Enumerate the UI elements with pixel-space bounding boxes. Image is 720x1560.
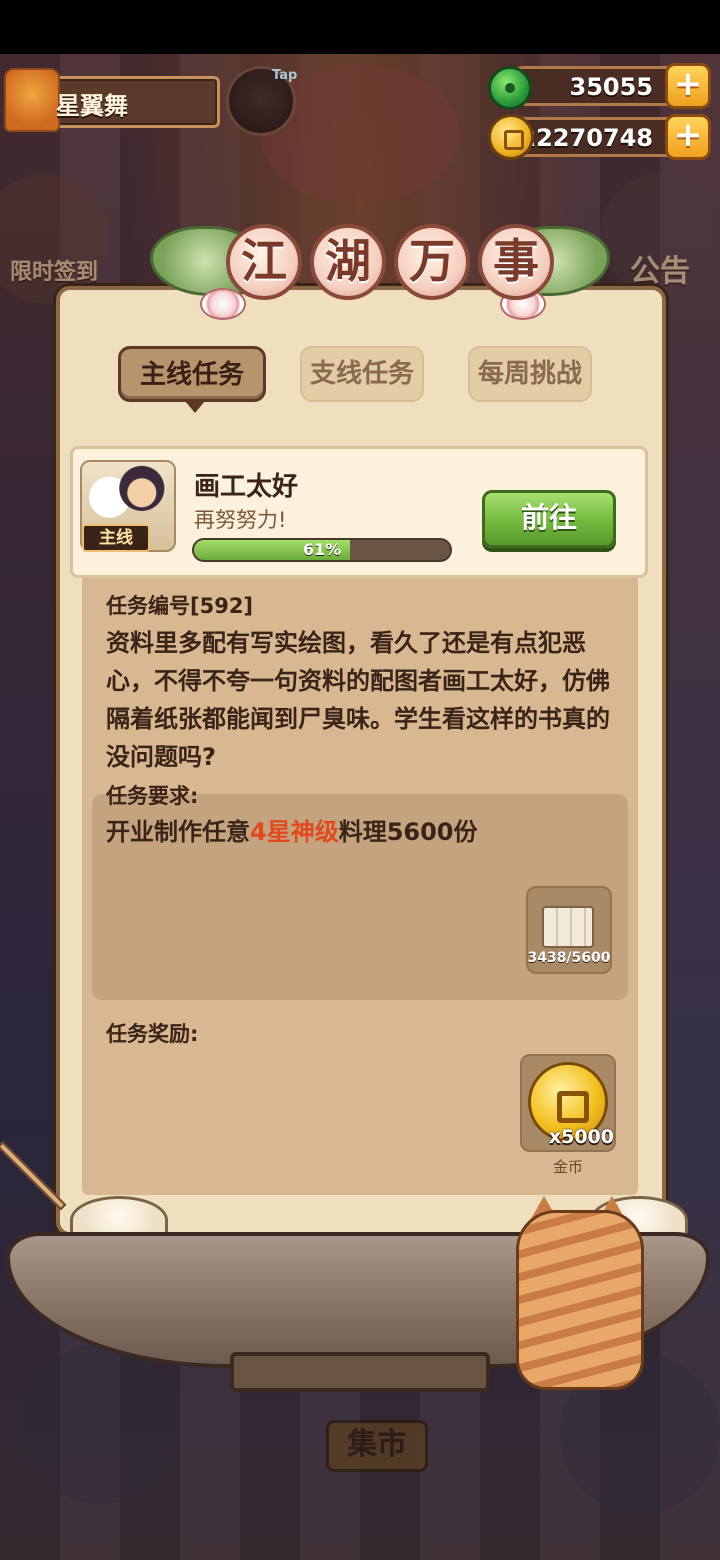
banner-title-char: 事 [478,224,554,300]
banner-title-char: 万 [394,224,470,300]
cat-mascot [516,1210,644,1390]
fish-cake-icon [200,288,246,320]
shop-decoration [20,1344,180,1504]
requirement-label: 任务要求: [106,784,199,808]
mission-title: 画工太好 [194,472,299,502]
go-button[interactable]: 前往 [482,490,616,548]
banner-title-char: 江 [226,224,302,300]
jade-value: 35055 [569,73,654,101]
player-name: 星翼舞 [56,92,128,120]
mission-progress-bar: 61% [192,538,452,562]
status-bar [0,0,720,54]
requirement-count: 3438/5600 [527,950,611,966]
coin-icon [488,114,534,160]
tab-side-quest[interactable]: 支线任务 [300,346,424,402]
requirement-highlight: 4星神级 [250,818,339,846]
mission-number: 任务编号[592] [106,594,254,618]
reward-name: 金币 [552,1158,583,1176]
requirement-prefix: 开业制作任意 [106,818,250,846]
reward-label: 任务奖励: [106,1022,199,1046]
add-jade-button[interactable]: + [665,63,711,109]
tap-label: Tap [272,68,298,83]
banner-title-char: 湖 [310,224,386,300]
add-coin-button[interactable]: + [665,114,711,160]
bowl-base [230,1352,490,1392]
market-button[interactable]: 集市 [326,1420,428,1472]
notice-label[interactable]: 公告 [630,246,690,290]
tab-weekly-challenge[interactable]: 每周挑战 [468,346,592,402]
coin-value: 22270748 [519,124,653,152]
tab-main-quest[interactable]: 主线任务 [118,346,266,413]
requirement-suffix: 料理5600份 [338,818,478,846]
coin-currency: 22270748 + [504,114,711,160]
jade-currency: 35055 + [504,63,711,109]
limited-sign-in-label[interactable]: 限时签到 [10,254,98,286]
main-quest-tag: 主线 [82,524,150,552]
mission-subtitle: 再努努力! [194,508,287,532]
reward-quantity: x5000 [548,1126,614,1148]
scroll-icon [542,906,594,948]
progress-label: 61% [302,540,342,559]
requirement-text: 开业制作任意4星神级料理5600份 [106,812,478,847]
jade-icon [488,66,532,110]
mission-description: 资料里多配有写实绘图，看久了还是有点犯恶心，不得不夸一句资料的配图者画工太好，仿… [106,629,610,771]
player-avatar[interactable] [4,68,60,132]
